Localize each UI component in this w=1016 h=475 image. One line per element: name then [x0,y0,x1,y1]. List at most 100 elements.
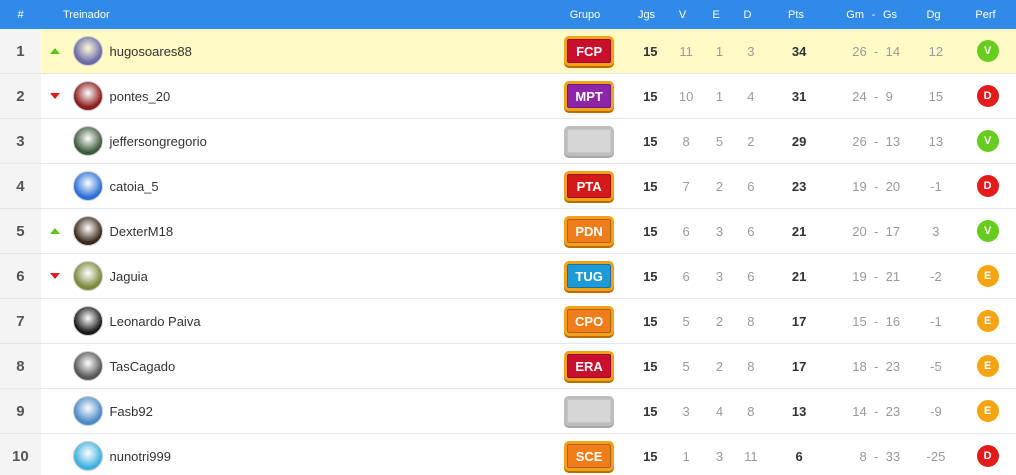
coach-name[interactable]: catoia_5 [105,164,545,208]
losses: 8 [747,313,755,329]
trend-indicator [41,254,70,298]
header-coach[interactable]: Treinador [63,0,541,29]
goals-for: 19 [852,178,867,194]
group-badge[interactable]: SCE [564,441,615,471]
avatar[interactable] [72,351,103,381]
points: 6 [795,448,803,464]
avatar[interactable] [72,216,103,246]
coach-name[interactable]: jeffersongregorio [105,119,545,163]
avatar[interactable] [72,126,103,156]
standings-table: # Treinador Grupo Jgs V E D Pts Gm - Gs … [0,0,1016,475]
wins: 10 [678,88,694,104]
table-row[interactable]: 9 Fasb92 15 3 4 8 13 14 - 23 -9 E [0,389,1016,434]
coach-name[interactable]: nunotri999 [105,434,545,475]
wins: 6 [682,268,690,284]
group-badge[interactable]: FCP [564,36,615,66]
games-played: 15 [643,358,658,374]
goals-for: 26 [852,43,867,59]
avatar[interactable] [72,81,103,111]
header-gs[interactable]: Gs [883,0,910,29]
goals-against: 13 [885,133,901,149]
goals-against: 33 [885,448,901,464]
trend-indicator [41,299,70,343]
coach-name[interactable]: Jaguia [105,254,545,298]
position: 8 [0,344,41,388]
goals-for: 14 [852,403,867,419]
header-d[interactable]: D [731,0,764,29]
avatar[interactable] [72,441,103,471]
coach-name[interactable]: Leonardo Paiva [105,299,545,343]
goals-against: 20 [885,178,901,194]
avatar[interactable] [72,306,103,336]
draws: 3 [715,268,724,284]
group-badge[interactable]: PTA [564,171,615,201]
draws: 1 [715,43,724,59]
games-played: 15 [643,88,658,104]
games-played: 15 [643,133,658,149]
goals-for: 15 [852,313,867,329]
position: 3 [0,119,41,163]
draws: 4 [715,403,724,419]
losses: 8 [747,403,755,419]
losses: 4 [747,88,755,104]
performance-badge: E [976,400,999,422]
header-gm[interactable]: Gm [828,0,864,29]
group-badge[interactable]: ERA [564,351,615,381]
games-played: 15 [643,403,658,419]
wins: 8 [682,133,690,149]
avatar[interactable] [72,261,103,291]
wins: 5 [682,313,690,329]
table-row[interactable]: 2 pontes_20 MPT 15 10 1 4 31 24 - 9 15 D [0,74,1016,119]
goals-separator: - [874,403,879,419]
header-perf[interactable]: Perf [957,0,1014,29]
performance-badge: E [976,265,999,287]
table-row[interactable]: 3 jeffersongregorio 15 8 5 2 29 26 - 13 … [0,119,1016,164]
points: 17 [791,358,807,374]
table-row[interactable]: 5 DexterM18 PDN 15 6 3 6 21 20 - 17 3 V [0,209,1016,254]
goals-for: 8 [859,448,867,464]
losses: 2 [747,133,755,149]
points: 13 [791,403,807,419]
coach-name[interactable]: hugosoares88 [105,29,545,73]
wins: 6 [682,223,690,239]
avatar[interactable] [72,171,103,201]
losses: 8 [747,358,755,374]
group-badge[interactable]: PDN [564,216,615,246]
goal-difference: 15 [928,88,944,104]
group-badge[interactable]: MPT [564,81,615,111]
header-v[interactable]: V [664,0,701,29]
table-row[interactable]: 10 nunotri999 SCE 15 1 3 11 6 8 - 33 -25… [0,434,1016,475]
group-badge-empty [564,126,615,156]
games-played: 15 [643,178,658,194]
goal-difference: -25 [926,448,946,464]
header-dg[interactable]: Dg [910,0,957,29]
draws: 1 [715,88,724,104]
coach-name[interactable]: DexterM18 [105,209,545,253]
goals-separator: - [874,448,879,464]
header-e[interactable]: E [701,0,731,29]
goal-difference: 3 [932,223,940,239]
performance-badge: E [976,310,999,332]
coach-name[interactable]: pontes_20 [105,74,545,118]
goals-for: 24 [852,88,867,104]
avatar[interactable] [72,36,103,66]
performance-badge: D [976,445,999,467]
coach-name[interactable]: TasCagado [105,344,545,388]
draws: 5 [715,133,724,149]
group-badge[interactable]: CPO [564,306,615,336]
table-row[interactable]: 7 Leonardo Paiva CPO 15 5 2 8 17 15 - 16… [0,299,1016,344]
table-row[interactable]: 6 Jaguia TUG 15 6 3 6 21 19 - 21 -2 E [0,254,1016,299]
table-row[interactable]: 4 catoia_5 PTA 15 7 2 6 23 19 - 20 -1 D [0,164,1016,209]
header-group[interactable]: Grupo [541,0,629,29]
losses: 6 [747,178,755,194]
trend-up-icon [50,228,61,234]
table-row[interactable]: 8 TasCagado ERA 15 5 2 8 17 18 - 23 -5 E [0,344,1016,389]
group-badge-empty [564,396,615,426]
coach-name[interactable]: Fasb92 [105,389,545,433]
group-badge[interactable]: TUG [564,261,615,291]
trend-up-icon [50,48,61,54]
header-jgs[interactable]: Jgs [629,0,664,29]
avatar[interactable] [72,396,103,426]
table-row[interactable]: 1 hugosoares88 FCP 15 11 1 3 34 26 - 14 … [0,29,1016,74]
header-pts[interactable]: Pts [764,0,828,29]
